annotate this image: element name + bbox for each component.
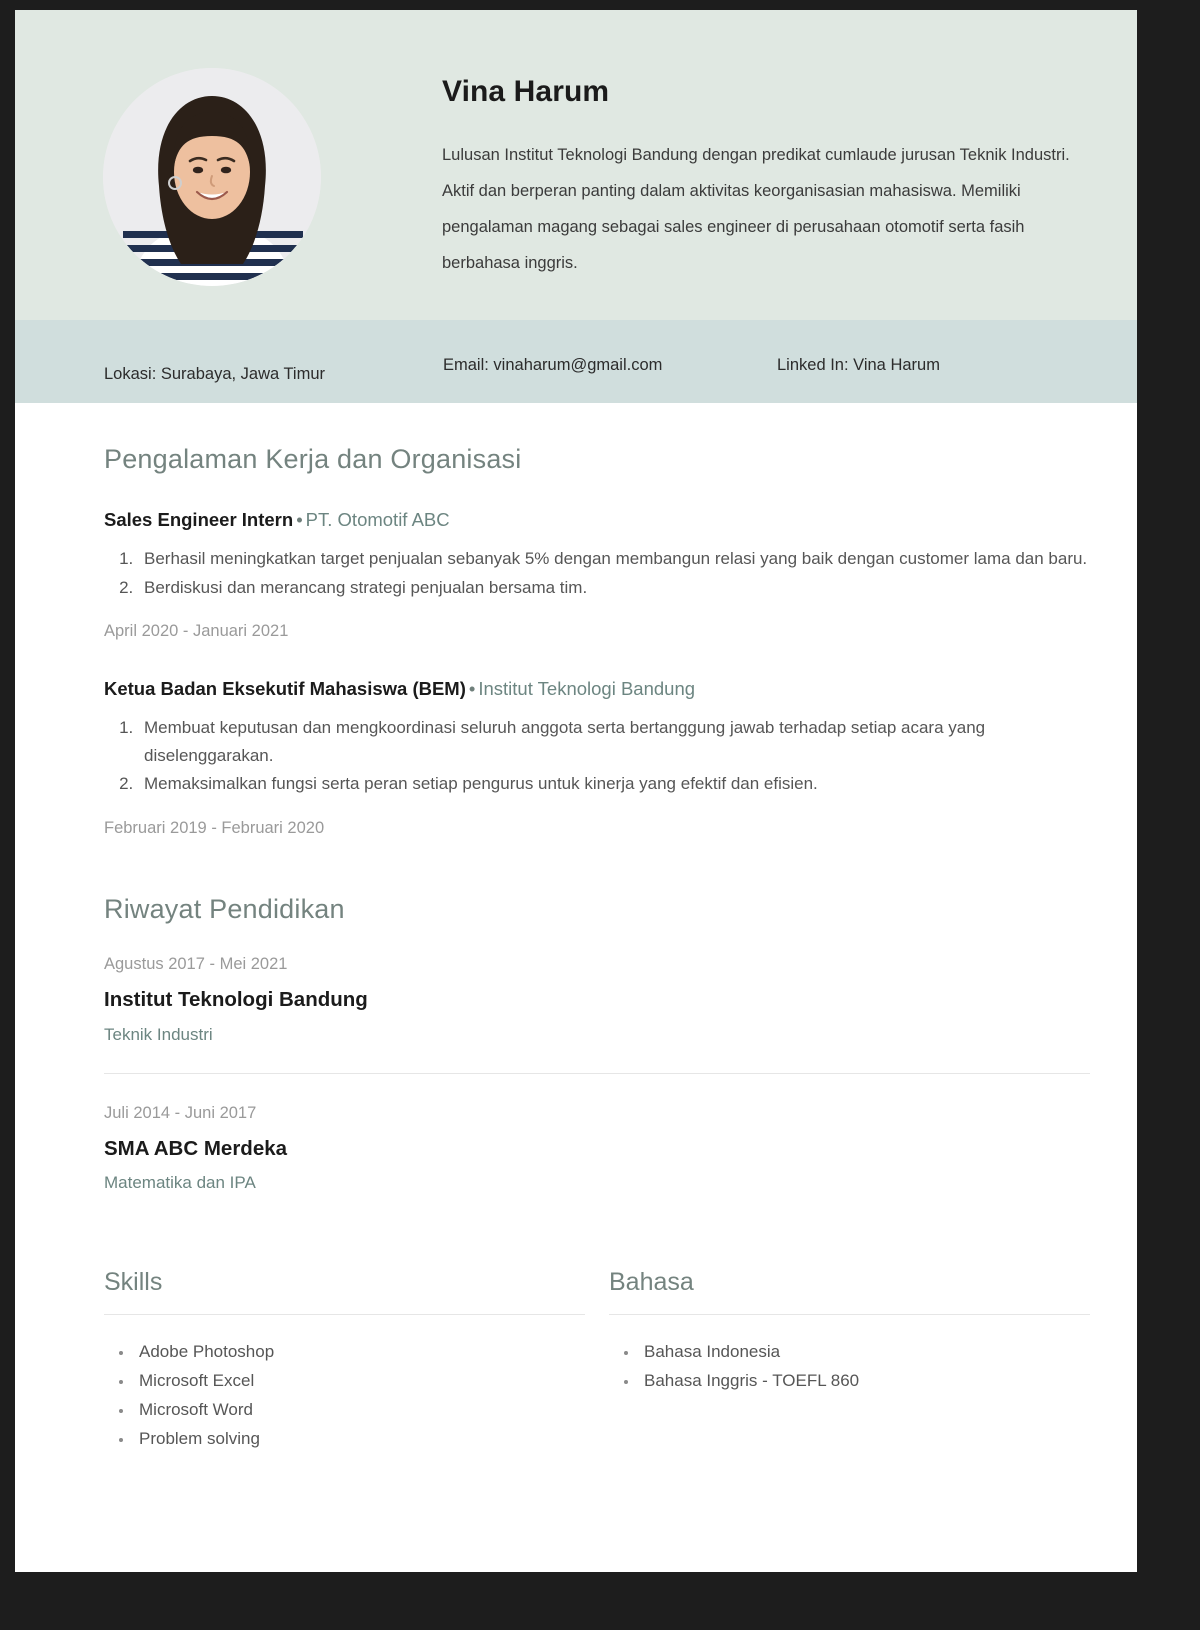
resume-header: Vina Harum Lulusan Institut Teknologi Ba… — [15, 10, 1137, 320]
skills-divider — [104, 1313, 585, 1315]
education-date: Juli 2014 - Juni 2017 — [104, 1103, 257, 1122]
list-item: Microsoft Word — [134, 1395, 585, 1424]
candidate-summary: Lulusan Institut Teknologi Bandung denga… — [442, 146, 1070, 272]
education-school: SMA ABC Merdeka — [104, 1136, 288, 1160]
experience-org: Institut Teknologi Bandung — [478, 678, 696, 700]
experience-entry: Sales Engineer Intern•PT. Otomotif ABC B… — [104, 508, 1090, 641]
contact-email[interactable]: Email: vinaharum@gmail.com — [443, 356, 662, 375]
section-title-languages: Bahasa — [609, 1267, 694, 1296]
languages-list: Bahasa Indonesia Bahasa Inggris - TOEFL … — [609, 1337, 1090, 1395]
experience-entry: Ketua Badan Eksekutif Mahasiswa (BEM) • In… — [104, 677, 1090, 838]
education-school: Institut Teknologi Bandung — [104, 988, 368, 1011]
education-entry: Juli 2014 - Juni 2017 SMA ABC Merdeka Ma… — [104, 1102, 1090, 1195]
bullet-separator-icon: • — [468, 678, 476, 700]
contact-bar: Lokasi: Surabaya, Jawa Timur Email: vina… — [15, 320, 1137, 403]
experience-heading: Ketua Badan Eksekutif Mahasiswa (BEM) • In… — [104, 677, 1090, 700]
education-entry: Agustus 2017 - Mei 2021 Institut Teknolo… — [104, 953, 1090, 1046]
section-title-education: Riwayat Pendidikan — [104, 893, 345, 924]
list-item: Adobe Photoshop — [134, 1337, 585, 1366]
screenshot-frame: Vina Harum Lulusan Institut Teknologi Ba… — [0, 0, 1200, 1630]
list-item: Berhasil meningkatkan target penjualan s… — [138, 545, 1090, 573]
languages-divider — [609, 1313, 1090, 1315]
list-item: Bahasa Indonesia — [639, 1337, 1090, 1366]
skills-languages-row: Skills Adobe Photoshop Microsoft Excel M… — [104, 1268, 1090, 1454]
contact-linkedin[interactable]: Linked In: Vina Harum — [777, 356, 940, 375]
list-item: Memaksimalkan fungsi serta peran setiap … — [138, 770, 1090, 798]
resume-page: Vina Harum Lulusan Institut Teknologi Ba… — [15, 10, 1137, 1572]
header-text-block: Vina Harum Lulusan Institut Teknologi Ba… — [442, 74, 1087, 282]
list-item: Problem solving — [134, 1424, 585, 1453]
list-item: Membuat keputusan dan mengkoordinasi sel… — [138, 714, 1090, 769]
experience-org: PT. Otomotif ABC — [305, 509, 450, 530]
resume-body: Pengalaman Kerja dan Organisasi Sales En… — [15, 444, 1137, 1454]
experience-bullets: Membuat keputusan dan mengkoordinasi sel… — [104, 714, 1090, 798]
list-item: Bahasa Inggris - TOEFL 860 — [639, 1366, 1090, 1395]
section-title-skills: Skills — [104, 1267, 163, 1296]
experience-date: Februari 2019 - Februari 2020 — [104, 818, 325, 837]
avatar — [103, 68, 321, 286]
experience-title: Ketua Badan Eksekutif Mahasiswa (BEM) — [104, 678, 466, 700]
education-divider — [104, 1072, 1090, 1074]
experience-date: April 2020 - Januari 2021 — [104, 622, 289, 641]
skills-list: Adobe Photoshop Microsoft Excel Microsof… — [104, 1337, 585, 1454]
experience-title: Sales Engineer Intern — [104, 509, 294, 530]
experience-bullets: Berhasil meningkatkan target penjualan s… — [104, 545, 1090, 601]
education-major: Matematika dan IPA — [104, 1173, 256, 1193]
list-item: Berdiskusi dan merancang strategi penjua… — [138, 574, 1090, 602]
contact-location: Lokasi: Surabaya, Jawa Timur — [104, 365, 326, 383]
experience-heading: Sales Engineer Intern • PT. Otomotif ABC — [104, 508, 1090, 531]
languages-column: Bahasa Bahasa Indonesia Bahasa Inggris -… — [609, 1268, 1090, 1454]
section-title-experience: Pengalaman Kerja dan Organisasi — [104, 444, 522, 474]
education-major: Teknik Industri — [104, 1024, 213, 1044]
list-item: Microsoft Excel — [134, 1366, 585, 1395]
bullet-separator-icon: • — [296, 509, 303, 530]
skills-column: Skills Adobe Photoshop Microsoft Excel M… — [104, 1268, 585, 1454]
candidate-name: Vina Harum — [442, 75, 610, 108]
education-date: Agustus 2017 - Mei 2021 — [104, 954, 288, 973]
